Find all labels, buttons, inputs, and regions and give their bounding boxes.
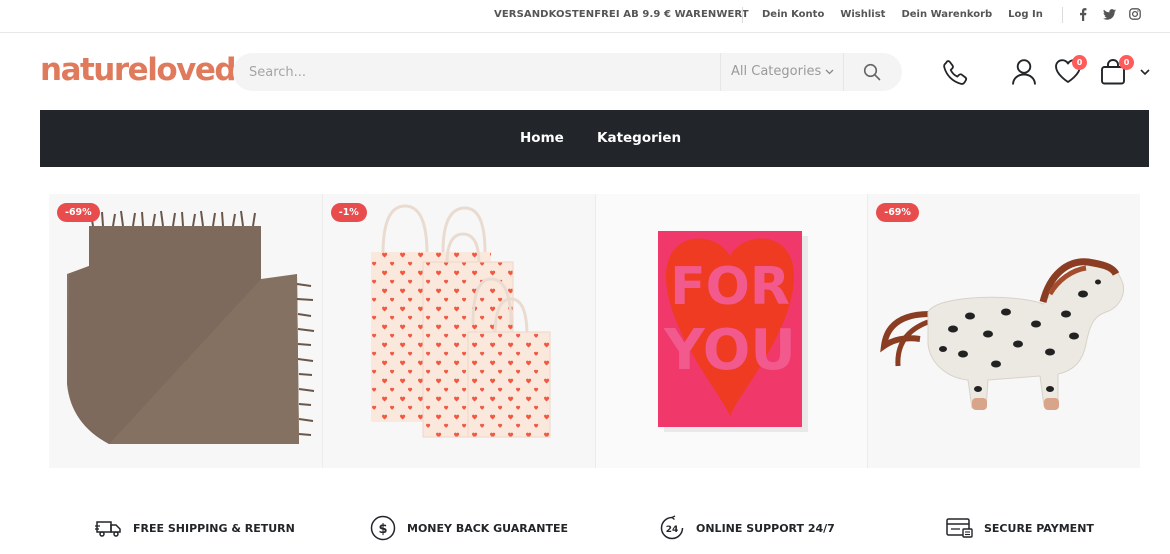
feature-free-shipping: FREE SHIPPING & RETURN xyxy=(95,514,295,542)
svg-text:24: 24 xyxy=(666,525,679,535)
top-bar: VERSANDKOSTENFREI AB 9.9 € WARENWERT Dei… xyxy=(0,0,1170,33)
top-links: Dein Konto Wishlist Dein Warenkorb Log I… xyxy=(762,9,1043,20)
nav-item-home[interactable]: Home xyxy=(520,130,564,146)
product-grid: -69% -1% FOR YOU -69% xyxy=(49,194,1140,468)
feature-label: MONEY BACK GUARANTEE xyxy=(407,521,568,535)
svg-text:$: $ xyxy=(378,522,387,537)
product-card[interactable]: -69% xyxy=(867,194,1140,468)
support-24-icon: 24 xyxy=(658,514,686,542)
dollar-icon: $ xyxy=(369,514,397,542)
nav-item-kategorien[interactable]: Kategorien xyxy=(597,130,681,146)
twitter-icon[interactable] xyxy=(1102,7,1116,21)
user-icon[interactable] xyxy=(1011,58,1037,86)
wishlist-link[interactable]: Wishlist xyxy=(840,9,885,20)
product-card[interactable]: -69% xyxy=(49,194,322,468)
sale-badge: -69% xyxy=(876,203,919,222)
cart-count-badge: 0 xyxy=(1119,55,1134,70)
category-label: All Categories xyxy=(731,64,822,79)
phone-icon[interactable] xyxy=(940,58,970,88)
payment-icon xyxy=(946,514,974,542)
for-you-card-image: FOR YOU xyxy=(657,231,808,432)
chevron-down-icon xyxy=(1140,69,1150,76)
account-link[interactable]: Dein Konto xyxy=(762,9,824,20)
svg-text:FOR: FOR xyxy=(670,257,790,317)
main-nav: Home Kategorien xyxy=(40,110,1149,167)
wishlist-button[interactable]: 0 xyxy=(1054,55,1087,88)
blanket-image xyxy=(67,210,315,444)
feature-label: SECURE PAYMENT xyxy=(984,521,1094,535)
cart-button[interactable]: 0 xyxy=(1099,55,1151,88)
search-icon[interactable] xyxy=(863,63,881,81)
gift-bags-image xyxy=(370,204,551,438)
svg-text:YOU: YOU xyxy=(663,318,796,383)
cart-link[interactable]: Dein Warenkorb xyxy=(901,9,992,20)
login-link[interactable]: Log In xyxy=(1008,9,1043,20)
features-bar: FREE SHIPPING & RETURN $ MONEY BACK GUAR… xyxy=(0,508,1170,548)
facebook-icon[interactable] xyxy=(1076,7,1090,21)
product-card[interactable]: -1% xyxy=(321,194,595,468)
social-links xyxy=(1076,7,1142,21)
feature-label: FREE SHIPPING & RETURN xyxy=(133,521,295,535)
product-card[interactable]: FOR YOU xyxy=(594,194,868,468)
feature-money-back: $ MONEY BACK GUARANTEE xyxy=(369,514,568,542)
shipping-notice: VERSANDKOSTENFREI AB 9.9 € WARENWERT xyxy=(494,9,749,20)
feature-label: ONLINE SUPPORT 24/7 xyxy=(696,521,835,535)
search-bar: All Categories xyxy=(233,53,902,91)
toy-horse-image xyxy=(880,258,1125,410)
chevron-down-icon xyxy=(825,69,834,74)
feature-secure-payment: SECURE PAYMENT xyxy=(946,514,1094,542)
divider xyxy=(1062,7,1063,23)
divider xyxy=(742,7,743,23)
category-select[interactable]: All Categories xyxy=(731,64,834,79)
search-input[interactable] xyxy=(249,61,709,83)
search-divider xyxy=(720,53,721,91)
wishlist-count-badge: 0 xyxy=(1072,55,1087,70)
sale-badge: -69% xyxy=(57,203,100,222)
site-logo[interactable]: natureloved xyxy=(40,52,237,88)
truck-icon xyxy=(95,514,123,542)
search-divider xyxy=(843,53,844,91)
instagram-icon[interactable] xyxy=(1128,7,1142,21)
sale-badge: -1% xyxy=(330,203,367,222)
feature-online-support: 24 ONLINE SUPPORT 24/7 xyxy=(658,514,835,542)
